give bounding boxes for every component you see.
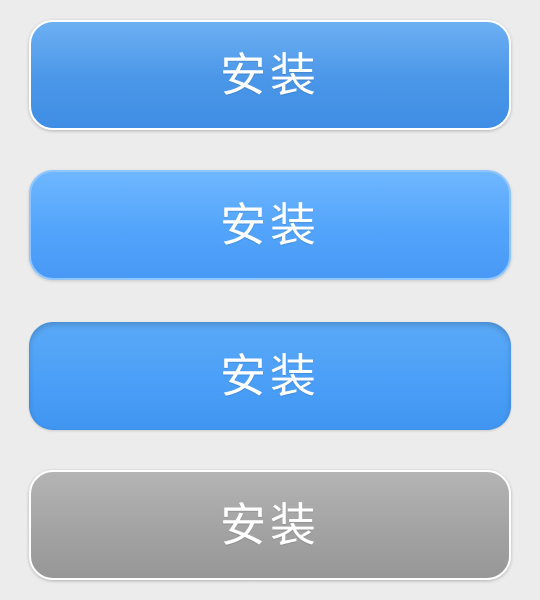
- install-button-label: 安装: [220, 349, 320, 403]
- install-button-label: 安装: [220, 198, 320, 252]
- install-button-label: 安装: [220, 48, 320, 102]
- install-button-label: 安装: [220, 498, 320, 552]
- install-button-pressed[interactable]: 安装: [29, 322, 511, 430]
- install-button-hover[interactable]: 安装: [29, 170, 511, 280]
- install-button-disabled: 安装: [29, 470, 511, 580]
- install-button-normal[interactable]: 安装: [29, 20, 511, 130]
